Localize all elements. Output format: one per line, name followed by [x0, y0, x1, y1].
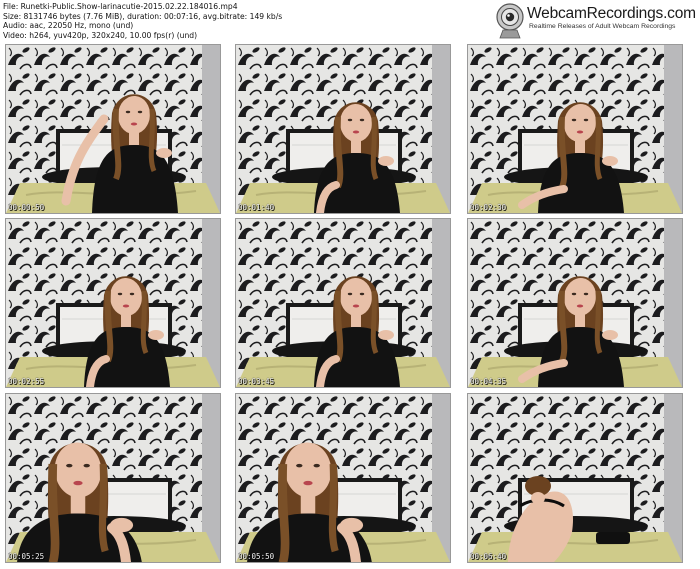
video-thumbnail: 00:05:50 [235, 393, 451, 563]
thumbnail-frame [236, 394, 450, 562]
video-thumbnail: 00:01:40 [235, 44, 451, 214]
thumbnail-frame [6, 219, 220, 387]
video-thumbnail: 00:00:50 [5, 44, 221, 214]
thumbnail-timestamp: 00:06:40 [470, 552, 507, 561]
thumbnail-frame [468, 394, 682, 562]
video-thumbnail: 00:02:30 [467, 44, 683, 214]
thumbnail-timestamp: 00:02:30 [470, 203, 507, 212]
thumbnail-frame [468, 45, 682, 213]
thumbnail-timestamp: 00:01:40 [238, 203, 275, 212]
thumbnail-frame [6, 394, 220, 562]
thumbnail-timestamp: 00:02:55 [8, 377, 45, 386]
video-thumbnail: 00:02:55 [5, 218, 221, 388]
thumbnail-timestamp: 00:05:25 [8, 552, 45, 561]
thumbnail-frame [236, 45, 450, 213]
video-thumbnail: 00:05:25 [5, 393, 221, 563]
video-thumbnail: 00:06:40 [467, 393, 683, 563]
video-thumbnail: 00:03:45 [235, 218, 451, 388]
thumbnail-frame [236, 219, 450, 387]
thumbnail-grid: 00:00:50 00:01:40 00:02:30 00:02:55 00:03:45… [0, 0, 700, 569]
thumbnail-frame [6, 45, 220, 213]
thumbnail-timestamp: 00:04:35 [470, 377, 507, 386]
thumbnail-timestamp: 00:03:45 [238, 377, 275, 386]
thumbnail-timestamp: 00:05:50 [238, 552, 275, 561]
thumbnail-timestamp: 00:00:50 [8, 203, 45, 212]
thumbnail-frame [468, 219, 682, 387]
video-thumbnail: 00:04:35 [467, 218, 683, 388]
